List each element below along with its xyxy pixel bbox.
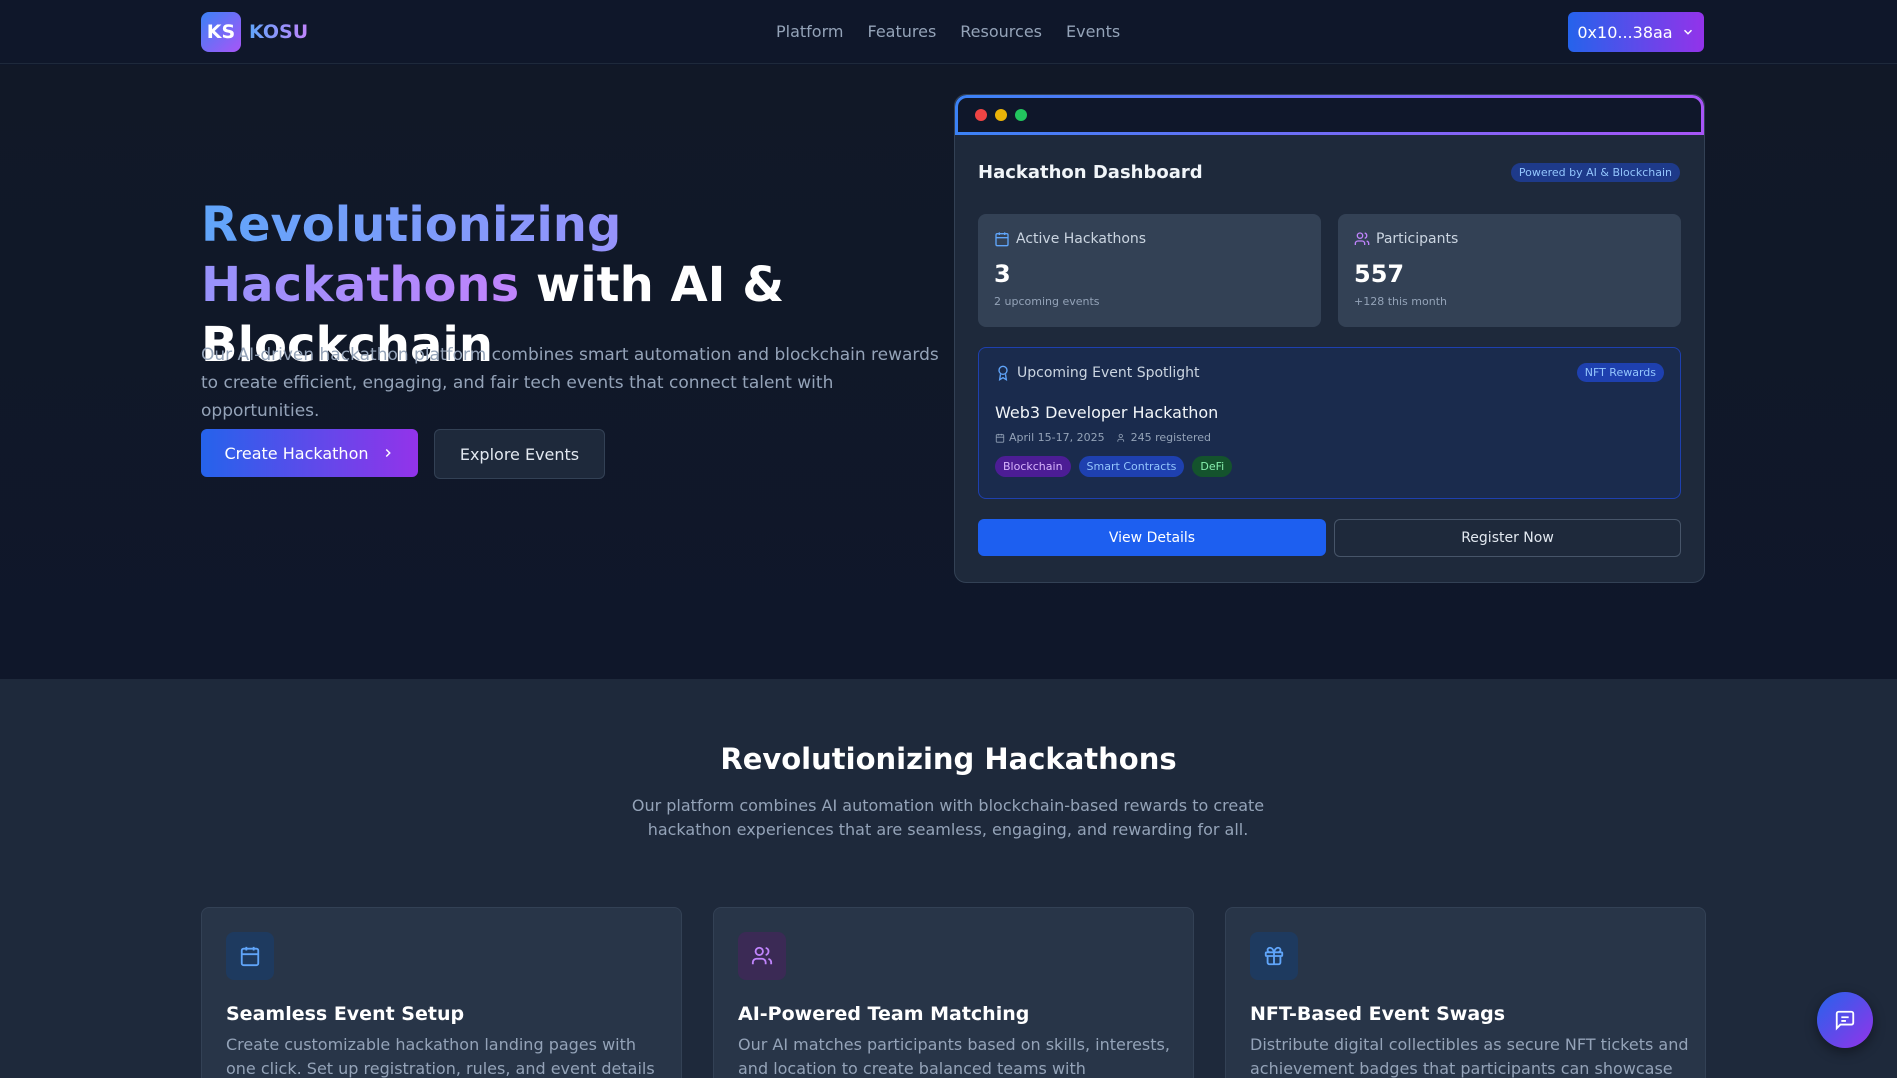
features-description: Our platform combines AI automation with… [631, 796, 1265, 839]
event-date: April 15-17, 2025 [995, 431, 1105, 444]
create-hackathon-button[interactable]: Create Hackathon [201, 429, 418, 477]
feature-description: Create customizable hackathon landing pa… [226, 1035, 655, 1078]
nav-link-resources[interactable]: Resources [960, 22, 1042, 41]
feature-description: Our AI matches participants based on ski… [738, 1035, 1170, 1078]
tag-defi: DeFi [1192, 456, 1233, 477]
users-icon [1354, 232, 1370, 245]
event-registered-text: 245 registered [1130, 431, 1212, 444]
stat-value: 557 [1354, 260, 1405, 288]
dashboard-preview: Hackathon Dashboard Powered by AI & Bloc… [954, 94, 1705, 583]
chat-button[interactable] [1817, 992, 1873, 1048]
stat-label: Participants [1376, 231, 1459, 247]
event-tags: Blockchain Smart Contracts DeFi [995, 456, 1233, 477]
stat-card-active-hackathons: Active Hackathons 3 2 upcoming events [978, 214, 1321, 327]
stat-label-row: Participants [1354, 231, 1458, 247]
create-hackathon-label: Create Hackathon [224, 443, 369, 463]
nft-rewards-badge: NFT Rewards [1576, 363, 1664, 382]
spotlight-label: Upcoming Event Spotlight [1017, 365, 1200, 381]
stat-sub: +128 this month [1354, 295, 1447, 308]
window-dot-green-icon [1015, 109, 1027, 121]
gift-icon [1264, 946, 1284, 966]
view-details-button[interactable]: View Details [978, 519, 1326, 556]
spotlight-label-row: Upcoming Event Spotlight [995, 365, 1200, 381]
feature-title: AI-Powered Team Matching [738, 1003, 1030, 1025]
tag-smart-contracts: Smart Contracts [1078, 456, 1185, 477]
logo-mark: KS [201, 12, 241, 52]
event-registered: 245 registered [1117, 431, 1211, 444]
hero-description: Our AI-driven hackathon platform combine… [201, 345, 939, 421]
feature-card-event-setup: Seamless Event Setup Create customizable… [201, 907, 682, 1078]
stat-value: 3 [994, 260, 1011, 288]
users-icon [1117, 433, 1124, 442]
powered-badge: Powered by AI & Blockchain [1510, 163, 1680, 182]
dashboard-title: Hackathon Dashboard [978, 162, 1203, 183]
features-section: Revolutionizing Hackathons Our platform … [0, 679, 1897, 1078]
tag-blockchain: Blockchain [995, 456, 1071, 477]
feature-card-team-matching: AI-Powered Team Matching Our AI matches … [713, 907, 1194, 1078]
features-title: Revolutionizing Hackathons [720, 742, 1177, 776]
spotlight-meta: April 15-17, 2025 245 registered [995, 431, 1211, 444]
event-spotlight-card: Upcoming Event Spotlight NFT Rewards Web… [978, 347, 1681, 499]
wallet-address: 0x10...38aa [1577, 22, 1673, 42]
window-dot-yellow-icon [995, 109, 1007, 121]
feature-title: Seamless Event Setup [226, 1003, 465, 1025]
nav-link-events[interactable]: Events [1066, 22, 1120, 41]
calendar-icon [995, 232, 1009, 247]
nav-link-platform[interactable]: Platform [776, 22, 843, 41]
logo[interactable]: KS KOSU [201, 12, 308, 52]
stat-sub: 2 upcoming events [994, 295, 1100, 308]
feature-icon-box [226, 932, 274, 980]
window-dot-red-icon [975, 109, 987, 121]
calendar-icon [240, 946, 260, 967]
top-navbar: KS KOSU Platform Features Resources Even… [0, 0, 1897, 64]
feature-description: Distribute digital collectibles as secur… [1250, 1035, 1689, 1078]
chevron-down-icon [1683, 29, 1692, 35]
hero-section: Revolutionizing Hackathons with AI & Blo… [0, 65, 1897, 679]
nav-link-features[interactable]: Features [867, 22, 936, 41]
logo-text: KOSU [249, 21, 309, 43]
feature-card-nft-swags: NFT-Based Event Swags Distribute digital… [1225, 907, 1706, 1078]
stat-label: Active Hackathons [1016, 231, 1147, 247]
calendar-icon [995, 433, 1005, 443]
register-now-button[interactable]: Register Now [1334, 519, 1681, 557]
award-icon [998, 365, 1008, 381]
stat-label-row: Active Hackathons [994, 231, 1146, 247]
stat-card-participants: Participants 557 +128 this month [1338, 214, 1681, 327]
window-title-bar [955, 95, 1704, 135]
chevron-right-icon [385, 448, 391, 458]
feature-title: NFT-Based Event Swags [1250, 1003, 1506, 1025]
feature-icon-box [1250, 932, 1298, 980]
users-icon [751, 946, 773, 965]
chat-icon [1835, 1010, 1855, 1031]
wallet-button[interactable]: 0x10...38aa [1568, 12, 1704, 52]
explore-events-button[interactable]: Explore Events [434, 429, 605, 479]
feature-icon-box [738, 932, 786, 980]
spotlight-event-name: Web3 Developer Hackathon [995, 403, 1219, 422]
nav-links: Platform Features Resources Events [776, 22, 1120, 41]
event-date-text: April 15-17, 2025 [1009, 431, 1105, 444]
